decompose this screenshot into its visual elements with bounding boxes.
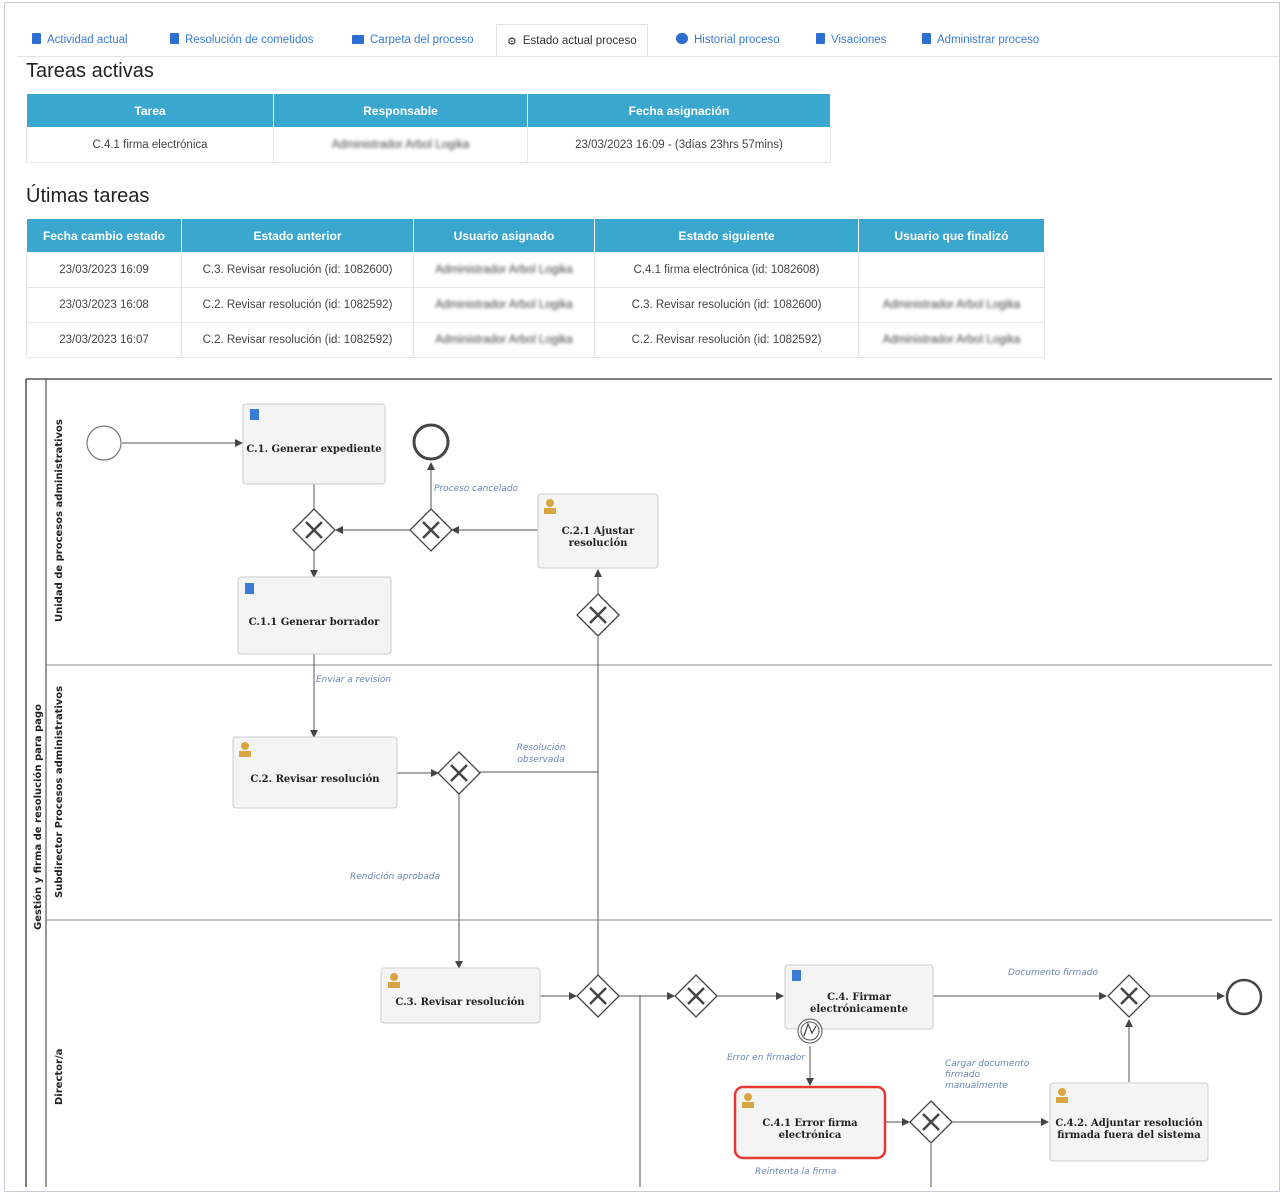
svg-text:resolución: resolución — [569, 538, 629, 549]
svg-text:C.1. Generar expediente: C.1. Generar expediente — [246, 444, 381, 455]
user-task-icon — [1058, 1088, 1066, 1096]
gateway-7[interactable] — [1107, 974, 1151, 1018]
user-task-icon — [241, 742, 249, 750]
svg-text:electrónicamente: electrónicamente — [810, 1004, 908, 1015]
svg-text:C.2. Revisar resolución: C.2. Revisar resolución — [250, 774, 380, 785]
gateway-4[interactable] — [437, 751, 481, 795]
user-task-icon — [390, 973, 398, 981]
lane-label-director: Director/a — [54, 1049, 65, 1105]
svg-text:C.1.1 Generar borrador: C.1.1 Generar borrador — [249, 617, 381, 628]
script-task-icon — [245, 583, 254, 594]
flow-label-approved: Rendición aprobada — [350, 871, 440, 882]
flow-label-observed: Resolución — [517, 742, 566, 753]
flow-label-send-review: Enviar a revisión — [316, 674, 391, 685]
flow-label-cancel: Proceso cancelado — [434, 484, 519, 494]
svg-text:C.4.1 Error firma: C.4.1 Error firma — [762, 1118, 858, 1129]
gateway-3[interactable] — [576, 593, 620, 637]
lane-label-unidad: Unidad de procesos administrativos — [54, 419, 65, 622]
task-c2[interactable]: C.2. Revisar resolución — [232, 736, 398, 809]
flow-label-upload: Cargar documento — [945, 1059, 1030, 1069]
flow-label-signed: Documento firmado — [1008, 968, 1099, 978]
end-event[interactable] — [1225, 978, 1263, 1016]
user-task-icon — [744, 1093, 752, 1101]
gateway-5[interactable] — [576, 974, 620, 1018]
task-c3[interactable]: C.3. Revisar resolución — [380, 967, 541, 1024]
gateway-2[interactable] — [409, 508, 453, 552]
sequence-flows — [122, 439, 1225, 1187]
gateway-6[interactable] — [674, 974, 718, 1018]
gateway-1[interactable] — [292, 508, 336, 552]
bpmn-diagram: Gestión y firma de resolución para pago … — [25, 378, 1272, 1187]
task-c21[interactable]: C.2.1 Ajustar resolución — [537, 493, 659, 569]
script-task-icon — [250, 409, 259, 420]
task-c4[interactable]: C.4. Firmar electrónicamente — [784, 964, 934, 1044]
gateway-8[interactable] — [909, 1100, 953, 1144]
task-c11[interactable]: C.1.1 Generar borrador — [237, 576, 392, 655]
svg-text:C.4. Firmar: C.4. Firmar — [827, 992, 891, 1003]
svg-text:C.3. Revisar resolución: C.3. Revisar resolución — [395, 997, 525, 1008]
flow-label-signer-error: Error en firmador — [727, 1053, 806, 1063]
task-c42[interactable]: C.4.2. Adjuntar resolución firmada fuera… — [1049, 1082, 1209, 1162]
svg-text:firmada fuera del sistema: firmada fuera del sistema — [1057, 1130, 1201, 1141]
lane-label-subdirector: Subdirector Procesos administrativos — [54, 686, 65, 898]
flow-label-retry: Reintenta la firma — [755, 1167, 836, 1177]
svg-text:observada: observada — [517, 755, 564, 765]
svg-text:C.4.2. Adjuntar resolución: C.4.2. Adjuntar resolución — [1055, 1118, 1203, 1129]
start-event[interactable] — [86, 425, 122, 461]
error-boundary-event[interactable] — [797, 1018, 823, 1044]
svg-text:C.2.1 Ajustar: C.2.1 Ajustar — [562, 526, 636, 537]
end-event-cancelled[interactable] — [412, 423, 450, 461]
svg-text:manualmente: manualmente — [945, 1081, 1008, 1091]
pool-label: Gestión y firma de resolución para pago — [32, 704, 44, 930]
task-c41-active[interactable]: C.4.1 Error firma electrónica — [733, 1085, 887, 1160]
user-task-icon — [546, 499, 554, 507]
task-c1[interactable]: C.1. Generar expediente — [242, 403, 386, 485]
svg-text:electrónica: electrónica — [779, 1130, 842, 1141]
svg-text:firmado: firmado — [945, 1070, 981, 1080]
script-task-icon — [792, 970, 801, 981]
